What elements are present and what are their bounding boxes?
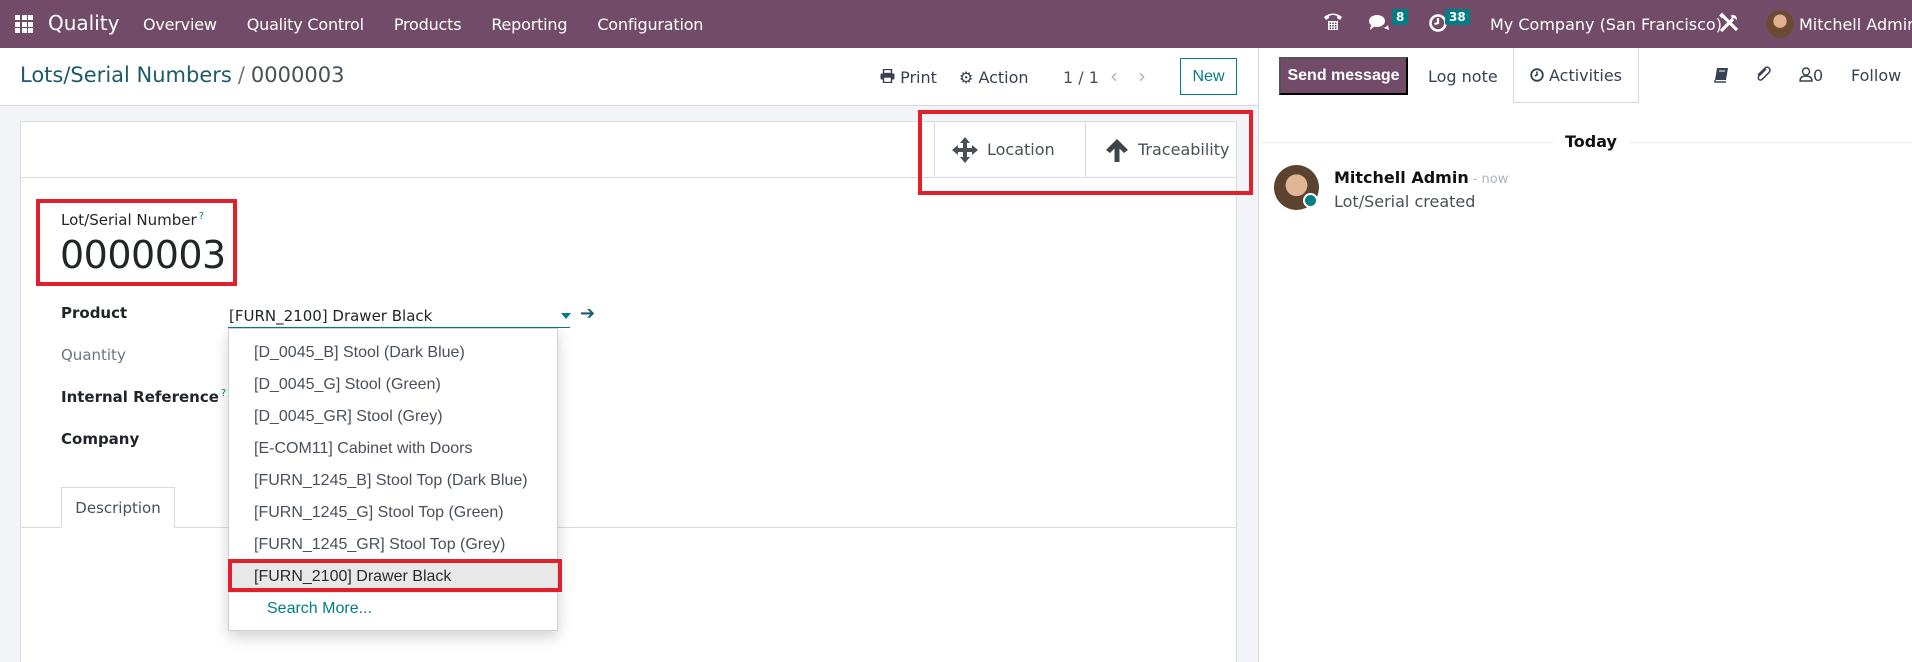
book-icon[interactable] bbox=[1714, 67, 1729, 87]
breadcrumb-current: 0000003 bbox=[250, 63, 345, 87]
user-avatar[interactable] bbox=[1766, 10, 1794, 38]
pager-value[interactable]: 1 / 1 bbox=[1063, 68, 1099, 87]
followers-button[interactable]: 0 bbox=[1799, 66, 1823, 85]
location-label: Location bbox=[987, 140, 1055, 159]
lot-serial-value[interactable]: 0000003 bbox=[60, 233, 226, 277]
printer-icon bbox=[880, 68, 895, 87]
quantity-label: Quantity bbox=[61, 346, 126, 364]
breadcrumb-lots-serial[interactable]: Lots/Serial Numbers bbox=[20, 63, 232, 87]
breadcrumb: Lots/Serial Numbers/0000003 bbox=[20, 63, 344, 87]
menu-quality-control[interactable]: Quality Control bbox=[247, 15, 364, 34]
dropdown-option[interactable]: [FURN_1245_B] Stool Top (Dark Blue) bbox=[229, 465, 557, 497]
chat-icon[interactable] bbox=[1368, 13, 1390, 38]
print-label: Print bbox=[900, 68, 937, 87]
search-more-link[interactable]: Search More... bbox=[229, 593, 557, 625]
message-body: Lot/Serial created bbox=[1334, 192, 1476, 211]
followers-count: 0 bbox=[1813, 66, 1824, 85]
activities-label: Activities bbox=[1549, 65, 1622, 85]
chevron-down-icon[interactable] bbox=[561, 313, 571, 319]
messages-badge: 8 bbox=[1392, 9, 1409, 25]
menu-configuration[interactable]: Configuration bbox=[597, 15, 703, 34]
help-tooltip-icon[interactable]: ? bbox=[199, 211, 204, 222]
product-autocomplete-dropdown: [D_0045_B] Stool (Dark Blue) [D_0045_G] … bbox=[228, 328, 558, 631]
log-note-button[interactable]: Log note bbox=[1428, 67, 1498, 86]
notebook-tab-line bbox=[20, 527, 1237, 528]
help-tooltip-icon[interactable]: ? bbox=[221, 388, 226, 399]
arrows-move-icon bbox=[951, 136, 979, 164]
message-author-name[interactable]: Mitchell Admin bbox=[1334, 168, 1469, 187]
send-message-button[interactable]: Send message bbox=[1279, 57, 1408, 95]
main-menu: Overview Quality Control Products Report… bbox=[143, 0, 733, 48]
menu-products[interactable]: Products bbox=[394, 15, 462, 34]
app-brand[interactable]: Quality bbox=[48, 11, 119, 35]
traceability-label: Traceability bbox=[1138, 140, 1230, 159]
menu-overview[interactable]: Overview bbox=[143, 15, 217, 34]
message-time: - now bbox=[1472, 172, 1509, 187]
dropdown-option[interactable]: [D_0045_B] Stool (Dark Blue) bbox=[229, 337, 557, 369]
dropdown-option[interactable]: [FURN_1245_GR] Stool Top (Grey) bbox=[229, 529, 557, 561]
user-icon bbox=[1799, 67, 1813, 82]
gear-icon: ⚙ bbox=[959, 68, 974, 87]
internal-reference-label: Internal Reference? bbox=[61, 388, 226, 406]
paperclip-icon[interactable] bbox=[1754, 65, 1772, 87]
pager-next-icon[interactable]: › bbox=[1138, 64, 1146, 88]
lot-serial-label: Lot/Serial Number? bbox=[61, 211, 204, 229]
control-panel: Lots/Serial Numbers/0000003 Print ⚙ Acti… bbox=[0, 48, 1258, 106]
dropdown-option[interactable]: [D_0045_GR] Stool (Grey) bbox=[229, 401, 557, 433]
apps-grid-icon[interactable] bbox=[15, 15, 33, 33]
action-button[interactable]: ⚙ Action bbox=[959, 68, 1029, 87]
arrow-right-icon[interactable]: ➔ bbox=[580, 303, 595, 324]
company-switcher[interactable]: My Company (San Francisco) bbox=[1490, 15, 1722, 34]
arrow-up-icon bbox=[1104, 137, 1130, 163]
message-author: Mitchell Admin - now bbox=[1334, 168, 1508, 187]
menu-reporting[interactable]: Reporting bbox=[491, 15, 567, 34]
date-separator: Today bbox=[1553, 132, 1629, 151]
new-button[interactable]: New bbox=[1180, 58, 1237, 95]
phone-icon[interactable] bbox=[1323, 11, 1343, 38]
internal-reference-label-text: Internal Reference bbox=[61, 388, 219, 406]
user-menu[interactable]: Mitchell Admin bbox=[1799, 15, 1912, 34]
dropdown-option[interactable]: [FURN_1245_G] Stool Top (Green) bbox=[229, 497, 557, 529]
lot-serial-label-text: Lot/Serial Number bbox=[61, 211, 197, 229]
follow-button[interactable]: Follow bbox=[1851, 66, 1901, 85]
print-button[interactable]: Print bbox=[880, 68, 937, 87]
top-navbar: Quality Overview Quality Control Product… bbox=[0, 0, 1912, 48]
dropdown-option[interactable]: [E-COM11] Cabinet with Doors bbox=[229, 433, 557, 465]
online-status-icon bbox=[1303, 193, 1318, 208]
dropdown-option[interactable]: [D_0045_G] Stool (Green) bbox=[229, 369, 557, 401]
activities-badge: 38 bbox=[1445, 9, 1470, 25]
breadcrumb-separator: / bbox=[237, 63, 245, 87]
tools-icon[interactable] bbox=[1718, 12, 1740, 39]
location-button[interactable]: Location bbox=[934, 122, 1085, 177]
traceability-button[interactable]: Traceability bbox=[1085, 122, 1236, 177]
action-label: Action bbox=[978, 68, 1029, 87]
product-input[interactable] bbox=[228, 305, 570, 328]
clock-icon bbox=[1530, 68, 1544, 82]
tab-description[interactable]: Description bbox=[61, 487, 175, 528]
dropdown-option-selected[interactable]: [FURN_2100] Drawer Black bbox=[229, 561, 557, 593]
company-label: Company bbox=[61, 430, 140, 448]
activities-button[interactable]: Activities bbox=[1513, 48, 1639, 103]
pager-prev-icon[interactable]: ‹ bbox=[1110, 64, 1118, 88]
product-label: Product bbox=[61, 304, 128, 322]
